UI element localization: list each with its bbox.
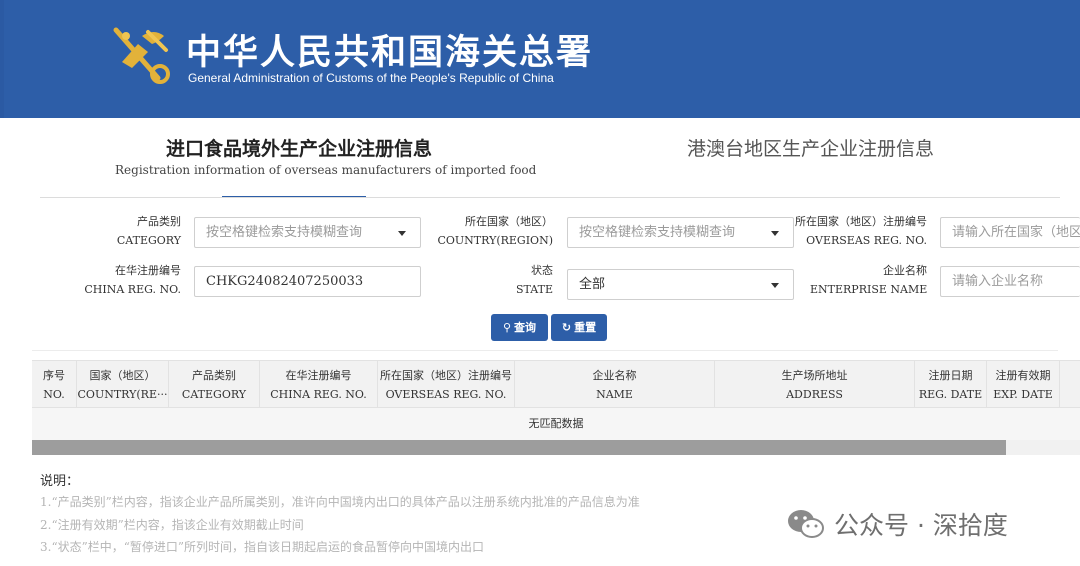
tab-overseas-manufacturers[interactable]: 进口食品境外生产企业注册信息	[166, 134, 432, 161]
enterprise-input[interactable]: 请输入企业名称	[940, 266, 1080, 297]
tabs-divider	[40, 197, 1060, 198]
chevron-down-icon	[398, 231, 406, 236]
column-header-address-cn: 生产场所地址	[781, 369, 848, 382]
column-header-address[interactable]: 生产场所地址 ADDRESS	[715, 361, 915, 408]
header-banner-inner: 中华人民共和国海关总署 General Administration of Cu…	[4, 0, 1080, 118]
column-header-china-reg-en: CHINA REG. NO.	[270, 388, 367, 401]
state-label: 状态 STATE	[500, 261, 553, 299]
tab-hk-macao-taiwan[interactable]: 港澳台地区生产企业注册信息	[687, 134, 934, 161]
china-reg-label-cn: 在华注册编号	[115, 264, 181, 277]
state-value: 全部	[579, 277, 606, 292]
column-header-china-reg-cn: 在华注册编号	[285, 369, 352, 382]
column-header-name[interactable]: 企业名称 NAME	[515, 361, 715, 408]
note-item: 1.“产品类别”栏内容，指该企业产品所属类别，准许向中国境内出口的具体产品以注册…	[40, 495, 640, 509]
wechat-icon	[788, 510, 824, 538]
chevron-down-icon	[771, 231, 779, 236]
watermark-text: 公众号 · 深拾度	[834, 511, 1008, 540]
column-header-name-cn: 企业名称	[592, 369, 637, 382]
reset-button[interactable]: ↻ 重置	[551, 314, 607, 341]
reset-button-label: 重置	[574, 321, 597, 334]
category-label-en: CATEGORY	[116, 234, 181, 247]
note-item: 3.“状态”栏中，“暂停进口”所列时间，指自该日期起启运的食品暂停向中国境内出口	[40, 540, 484, 554]
enterprise-placeholder: 请输入企业名称	[952, 274, 1044, 289]
notes-title: 说明：	[40, 474, 80, 489]
column-header-address-en: ADDRESS	[786, 388, 843, 401]
enterprise-label-cn: 企业名称	[883, 264, 927, 277]
overseas-reg-input[interactable]: 请输入所在国家（地区）注册编号	[940, 217, 1080, 248]
china-reg-label-en: CHINA REG. NO.	[84, 283, 181, 296]
country-placeholder: 按空格键检索支持模糊查询	[579, 225, 736, 240]
column-header-exp-date-cn: 注册有效期	[995, 369, 1051, 382]
column-header-no[interactable]: 序号 NO.	[32, 361, 77, 408]
chevron-down-icon	[771, 283, 779, 288]
table-top-divider	[32, 350, 1058, 351]
enterprise-label: 企业名称 ENTERPRISE NAME	[810, 261, 927, 299]
refresh-icon: ↻	[561, 321, 572, 334]
china-reg-value: CHKG24082407250033	[206, 274, 364, 289]
china-reg-input[interactable]: CHKG24082407250033	[194, 266, 421, 297]
site-title-en: General Administration of Customs of the…	[188, 71, 554, 85]
category-placeholder: 按空格键检索支持模糊查询	[206, 225, 363, 240]
overseas-reg-label-cn: 所在国家（地区）注册编号	[795, 215, 927, 228]
empty-message: 无匹配数据	[528, 417, 584, 430]
country-label: 所在国家（地区） COUNTRY(REGION)	[430, 212, 553, 250]
horizontal-scrollbar[interactable]	[32, 440, 1080, 455]
table-empty-row: 无匹配数据	[32, 408, 1080, 440]
column-header-category-en: CATEGORY	[181, 388, 247, 401]
column-header-china-reg[interactable]: 在华注册编号 CHINA REG. NO.	[260, 361, 378, 408]
customs-emblem-icon	[113, 27, 170, 84]
category-label-cn: 产品类别	[137, 215, 181, 228]
enterprise-label-en: ENTERPRISE NAME	[810, 283, 928, 296]
category-label: 产品类别 CATEGORY	[100, 212, 181, 250]
column-header-category[interactable]: 产品类别 CATEGORY	[169, 361, 260, 408]
column-header-country-cn: 国家（地区）	[89, 369, 156, 382]
scrollbar-thumb[interactable]	[32, 440, 1006, 455]
site-title-cn: 中华人民共和国海关总署	[186, 33, 594, 73]
column-header-no-en: NO.	[43, 388, 65, 401]
table-header: 序号 NO. 国家（地区） COUNTRY(RE··· 产品类别 CATEGOR…	[32, 360, 1080, 408]
column-header-exp-date[interactable]: 注册有效期 EXP. DATE	[987, 361, 1060, 408]
search-button[interactable]: ⚲ 查询	[491, 314, 548, 341]
watermark: 公众号 · 深拾度	[786, 504, 1008, 544]
country-label-cn: 所在国家（地区）	[465, 215, 553, 228]
category-select[interactable]: 按空格键检索支持模糊查询	[194, 217, 421, 248]
column-header-category-cn: 产品类别	[192, 369, 236, 382]
column-header-overseas-reg-cn: 所在国家（地区）注册编号	[380, 369, 512, 382]
china-reg-label: 在华注册编号 CHINA REG. NO.	[80, 261, 181, 299]
column-header-overseas-reg-en: OVERSEAS REG. NO.	[385, 388, 507, 401]
tab-overseas-manufacturers-subtitle[interactable]: Registration information of overseas man…	[115, 163, 536, 177]
overseas-reg-placeholder: 请输入所在国家（地区）注册编号	[952, 225, 1080, 240]
column-header-reg-date-en: REG. DATE	[918, 388, 983, 401]
column-header-exp-date-en: EXP. DATE	[993, 388, 1053, 401]
state-label-cn: 状态	[531, 264, 553, 277]
header-banner: 中华人民共和国海关总署 General Administration of Cu…	[0, 0, 1080, 118]
column-header-country-en: COUNTRY(RE···	[77, 388, 168, 401]
state-select[interactable]: 全部	[567, 269, 794, 300]
overseas-reg-label-en: OVERSEAS REG. NO.	[806, 234, 927, 247]
overseas-reg-label: 所在国家（地区）注册编号 OVERSEAS REG. NO.	[780, 212, 927, 250]
search-icon: ⚲	[502, 321, 512, 334]
search-button-label: 查询	[514, 321, 537, 334]
column-header-country[interactable]: 国家（地区） COUNTRY(RE···	[77, 361, 169, 408]
country-select[interactable]: 按空格键检索支持模糊查询	[567, 217, 794, 248]
column-header-reg-date-cn: 注册日期	[928, 369, 973, 382]
column-header-no-cn: 序号	[43, 369, 65, 382]
state-label-en: STATE	[516, 283, 553, 296]
column-header-reg-date[interactable]: 注册日期 REG. DATE	[915, 361, 987, 408]
note-item: 2.“注册有效期”栏内容，指该企业有效期截止时间	[40, 518, 304, 532]
column-header-overseas-reg[interactable]: 所在国家（地区）注册编号 OVERSEAS REG. NO.	[378, 361, 515, 408]
column-header-name-en: NAME	[596, 388, 633, 401]
country-label-en: COUNTRY(REGION)	[437, 234, 553, 247]
